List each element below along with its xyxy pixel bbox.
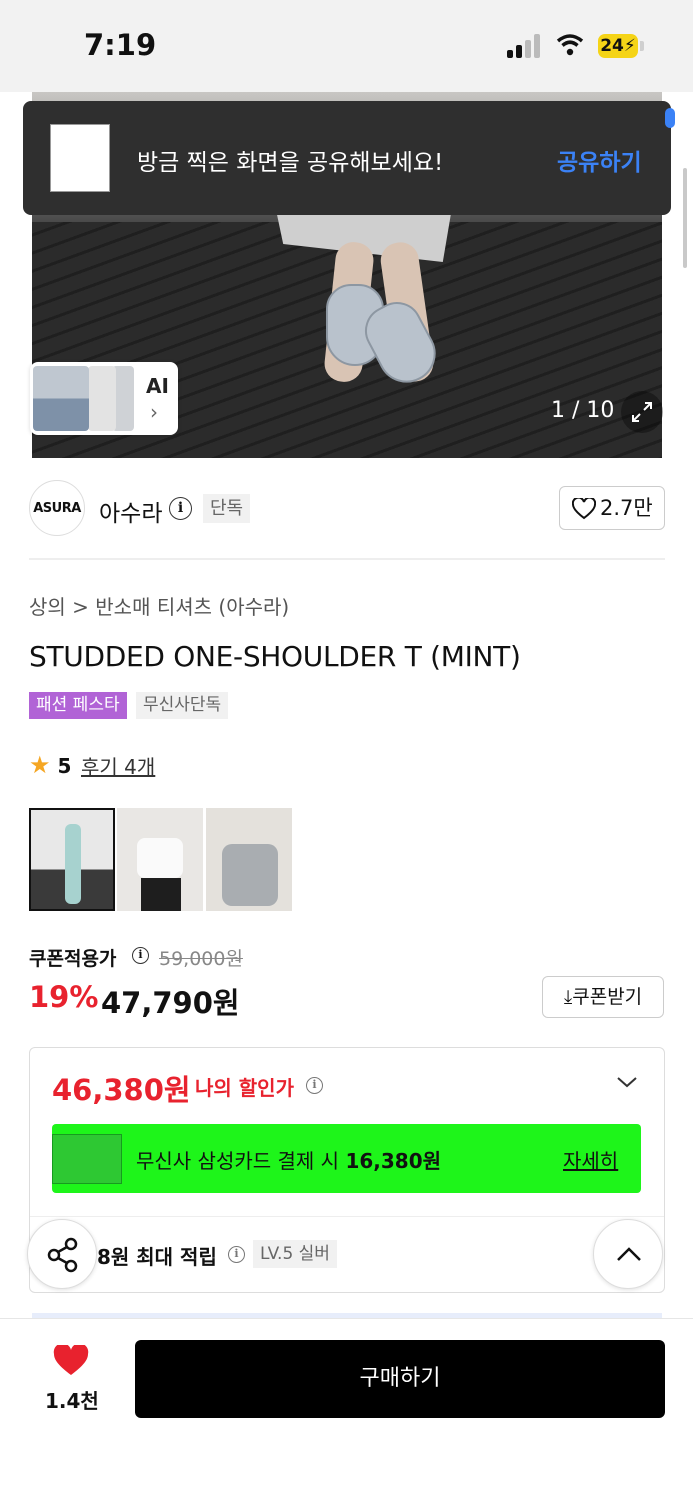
card-promo-text: 무신사 삼성카드 결제 시 16,380원: [136, 1149, 442, 1173]
my-price-amount: 46,380원: [52, 1073, 191, 1107]
exclusive-tag: 단독: [203, 494, 251, 523]
image-counter: 1 / 10: [551, 398, 615, 423]
brand-logo[interactable]: ASURA: [29, 480, 85, 536]
rating: ★ 5: [29, 751, 71, 779]
original-price: 59,000원: [159, 948, 243, 970]
ai-label: AI: [146, 374, 169, 398]
get-coupon-button[interactable]: ⤓쿠폰받기: [542, 976, 664, 1018]
info-icon[interactable]: i: [228, 1246, 245, 1263]
my-price-label: 나의 할인가: [195, 1076, 294, 1100]
scrollbar[interactable]: [683, 168, 687, 268]
thumbnail-3[interactable]: [206, 808, 292, 911]
card-divider: [30, 1216, 664, 1217]
star-icon: ★: [29, 751, 51, 779]
member-level-tag: LV.5 실버: [253, 1240, 337, 1268]
musinsa-exclusive-badge: 무신사단독: [136, 692, 229, 719]
thumbnail-2[interactable]: [117, 808, 203, 911]
discount-rate: 19%: [29, 980, 99, 1014]
chevron-up-icon: [617, 1247, 641, 1261]
chevron-down-icon[interactable]: [616, 1075, 638, 1089]
max-points-text: 8원 최대 적립: [97, 1245, 217, 1269]
status-time: 7:19: [84, 28, 157, 62]
battery-icon: 24⚡: [598, 34, 638, 58]
wish-count: 1.4천: [45, 1389, 99, 1413]
ai-thumb-1: [33, 366, 89, 431]
buy-button[interactable]: 구매하기: [135, 1340, 665, 1418]
heart-filled-icon[interactable]: [53, 1345, 89, 1377]
info-icon[interactable]: i: [306, 1077, 323, 1094]
battery-tip: [640, 41, 644, 51]
reviews-link[interactable]: 후기 4개: [81, 751, 155, 780]
ai-thumb-2: [88, 366, 116, 431]
rating-value: 5: [57, 754, 72, 778]
brand-like-button[interactable]: 2.7만: [559, 486, 665, 530]
toast-share-button[interactable]: 공유하기: [557, 143, 642, 177]
share-icon: [47, 1237, 78, 1273]
share-button[interactable]: [27, 1219, 97, 1289]
brand-like-count: 2.7만: [600, 496, 653, 520]
scroll-indicator-dot: [665, 108, 675, 128]
info-icon[interactable]: i: [132, 947, 149, 964]
coupon-price-label: 쿠폰적용가: [29, 948, 117, 970]
card-promo-detail-link[interactable]: 자세히: [563, 1145, 618, 1174]
musinsa-card-image: [52, 1134, 122, 1184]
product-title: STUDDED ONE-SHOULDER T (MINT): [29, 640, 521, 673]
breadcrumb[interactable]: 상의 > 반소매 티셔츠 (아수라): [29, 591, 289, 620]
brand-name[interactable]: 아수라: [99, 494, 162, 528]
get-coupon-label: 쿠폰받기: [572, 986, 643, 1008]
wifi-icon: [556, 34, 584, 56]
sale-price: 47,790원: [101, 986, 240, 1020]
download-icon: ⤓: [563, 986, 573, 1008]
chevron-right-icon: ›: [150, 400, 158, 424]
section-divider: [29, 558, 665, 560]
heart-outline-icon: [572, 498, 596, 520]
info-icon[interactable]: i: [169, 497, 192, 520]
screenshot-thumbnail[interactable]: [50, 124, 110, 192]
thumbnail-1[interactable]: [29, 808, 115, 911]
expand-button[interactable]: [621, 391, 663, 433]
share-toast: 방금 찍은 화면을 공유해보세요! 공유하기: [23, 101, 671, 215]
fashion-festa-badge: 패션 페스타: [29, 692, 127, 719]
expand-icon: [632, 402, 652, 422]
scroll-top-button[interactable]: [593, 1219, 663, 1289]
status-bar: 7:19 24⚡: [0, 0, 693, 92]
signal-icon: [507, 34, 541, 58]
ai-similar-button[interactable]: AI: [30, 362, 178, 435]
toast-message: 방금 찍은 화면을 공유해보세요!: [137, 150, 444, 176]
